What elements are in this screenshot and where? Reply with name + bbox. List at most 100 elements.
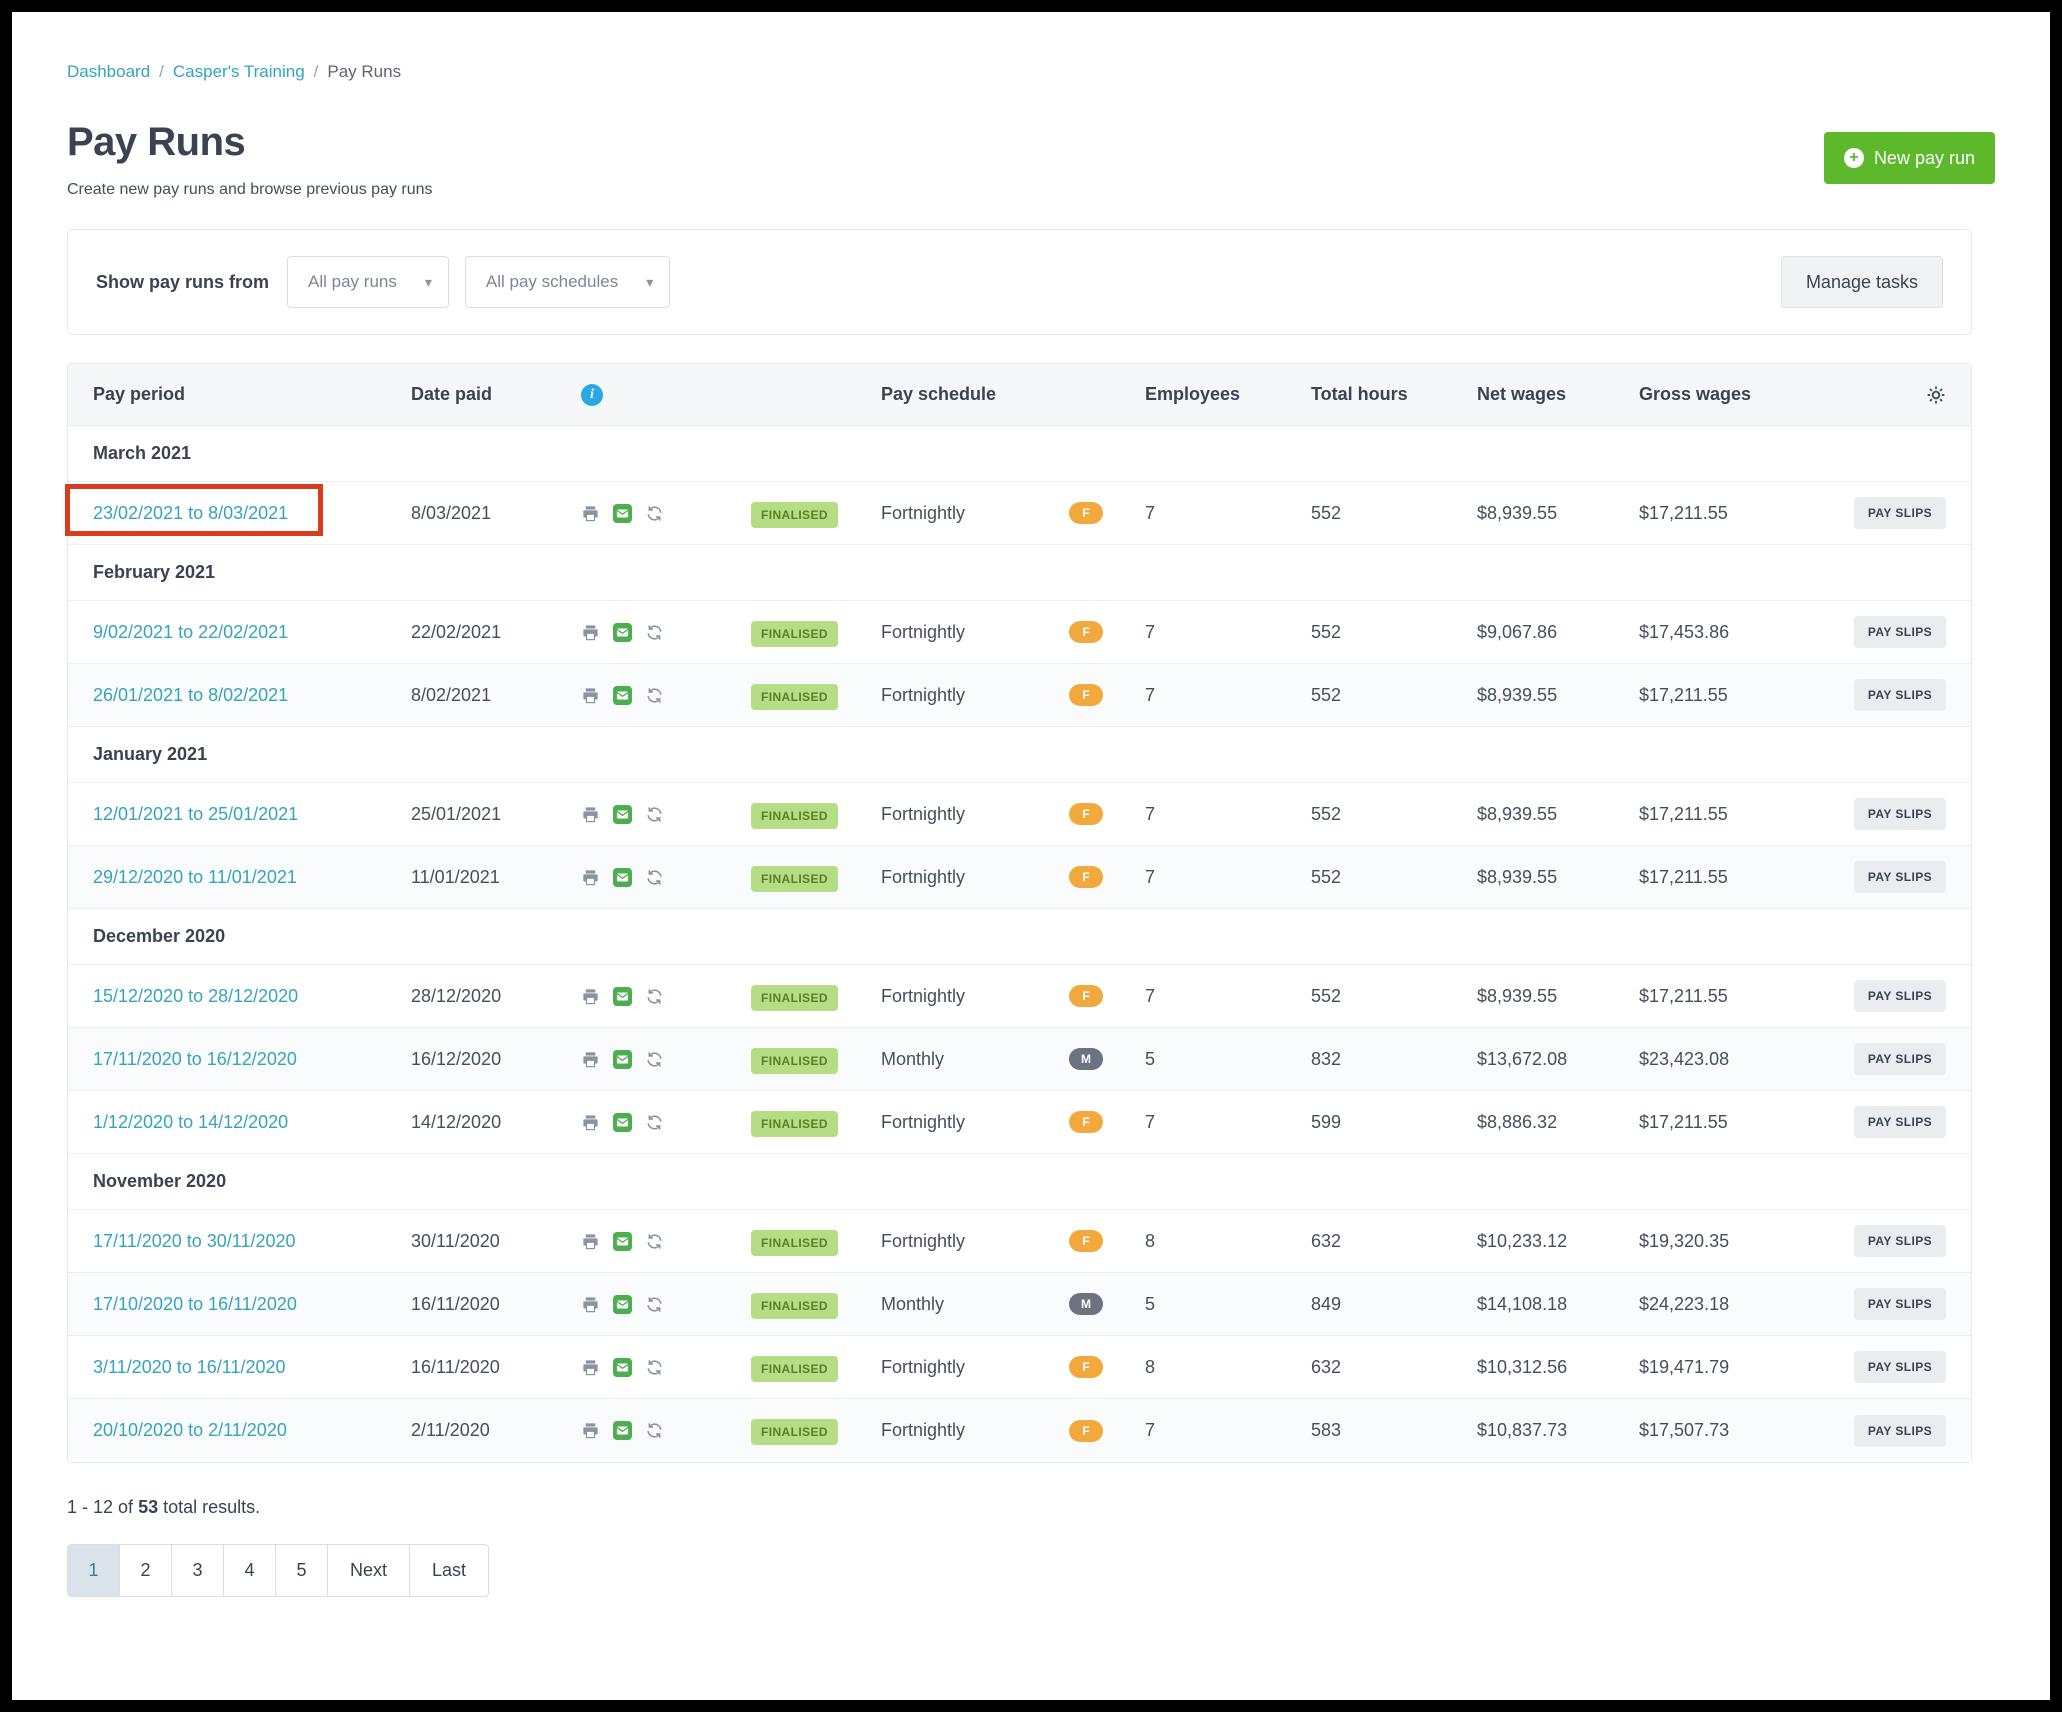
refresh-icon[interactable]	[645, 1113, 664, 1132]
table-row: 26/01/2021 to 8/02/20218/02/2021FINALISE…	[68, 664, 1971, 727]
pay-slips-button[interactable]: PAY SLIPS	[1854, 798, 1946, 830]
pay-slips-button[interactable]: PAY SLIPS	[1854, 1225, 1946, 1257]
new-pay-run-label: New pay run	[1874, 148, 1975, 169]
email-icon[interactable]	[613, 504, 632, 523]
email-icon[interactable]	[613, 623, 632, 642]
printer-icon[interactable]	[581, 1295, 600, 1314]
new-pay-run-button[interactable]: New pay run	[1824, 132, 1995, 184]
pay-period-link[interactable]: 3/11/2020 to 16/11/2020	[93, 1357, 286, 1377]
refresh-icon[interactable]	[645, 1421, 664, 1440]
table-row: 12/01/2021 to 25/01/202125/01/2021FINALI…	[68, 783, 1971, 846]
refresh-icon[interactable]	[645, 1358, 664, 1377]
status-cell: FINALISED	[751, 986, 881, 1007]
pay-runs-dropdown[interactable]: All pay runs	[287, 256, 449, 308]
email-icon[interactable]	[613, 686, 632, 705]
pay-slips-button[interactable]: PAY SLIPS	[1854, 1106, 1946, 1138]
pay-period-cell: 1/12/2020 to 14/12/2020	[93, 1112, 411, 1133]
pay-period-cell: 15/12/2020 to 28/12/2020	[93, 986, 411, 1007]
pay-slips-button[interactable]: PAY SLIPS	[1854, 497, 1946, 529]
status-badge: FINALISED	[751, 684, 838, 710]
pay-slips-button[interactable]: PAY SLIPS	[1854, 1415, 1946, 1447]
page-button-5[interactable]: 5	[275, 1544, 328, 1597]
refresh-icon[interactable]	[645, 868, 664, 887]
refresh-icon[interactable]	[645, 686, 664, 705]
row-action-icons	[581, 805, 751, 824]
email-icon[interactable]	[613, 1421, 632, 1440]
column-pay-schedule: Pay schedule	[881, 384, 1069, 405]
pay-period-link[interactable]: 17/11/2020 to 30/11/2020	[93, 1231, 296, 1251]
manage-tasks-button[interactable]: Manage tasks	[1781, 256, 1943, 308]
refresh-icon[interactable]	[645, 1295, 664, 1314]
printer-icon[interactable]	[581, 1421, 600, 1440]
pay-period-link[interactable]: 15/12/2020 to 28/12/2020	[93, 986, 298, 1006]
pay-period-link[interactable]: 17/11/2020 to 16/12/2020	[93, 1049, 297, 1069]
pay-slips-button[interactable]: PAY SLIPS	[1854, 1351, 1946, 1383]
pay-period-link[interactable]: 26/01/2021 to 8/02/2021	[93, 685, 288, 705]
pay-slips-button[interactable]: PAY SLIPS	[1854, 616, 1946, 648]
printer-icon[interactable]	[581, 987, 600, 1006]
printer-icon[interactable]	[581, 1050, 600, 1069]
pay-schedules-dropdown[interactable]: All pay schedules	[465, 256, 670, 308]
row-action-icons	[581, 987, 751, 1006]
gross-wages-cell: $17,211.55	[1639, 867, 1809, 888]
last-page-button[interactable]: Last	[409, 1544, 489, 1597]
pay-period-link[interactable]: 9/02/2021 to 22/02/2021	[93, 622, 288, 642]
page-button-1[interactable]: 1	[67, 1544, 120, 1597]
pay-slips-button[interactable]: PAY SLIPS	[1854, 1288, 1946, 1320]
pay-schedule-cell: Fortnightly	[881, 867, 1069, 888]
printer-icon[interactable]	[581, 1358, 600, 1377]
printer-icon[interactable]	[581, 504, 600, 523]
email-icon[interactable]	[613, 987, 632, 1006]
email-icon[interactable]	[613, 1232, 632, 1251]
refresh-icon[interactable]	[645, 987, 664, 1006]
printer-icon[interactable]	[581, 1113, 600, 1132]
pay-slips-button[interactable]: PAY SLIPS	[1854, 861, 1946, 893]
breadcrumb-business[interactable]: Casper's Training	[173, 62, 305, 81]
row-action-icons	[581, 868, 751, 887]
pay-period-link[interactable]: 23/02/2021 to 8/03/2021	[93, 503, 288, 523]
pay-period-link[interactable]: 1/12/2020 to 14/12/2020	[93, 1112, 288, 1132]
pay-slips-button[interactable]: PAY SLIPS	[1854, 679, 1946, 711]
employees-cell: 7	[1145, 622, 1311, 643]
refresh-icon[interactable]	[645, 504, 664, 523]
gear-icon[interactable]	[1926, 385, 1946, 405]
pay-period-cell: 26/01/2021 to 8/02/2021	[93, 685, 411, 706]
breadcrumb-dashboard[interactable]: Dashboard	[67, 62, 150, 81]
email-icon[interactable]	[613, 868, 632, 887]
refresh-icon[interactable]	[645, 623, 664, 642]
column-net-wages: Net wages	[1477, 384, 1639, 405]
table-row: 23/02/2021 to 8/03/20218/03/2021FINALISE…	[68, 482, 1971, 545]
pay-period-link[interactable]: 29/12/2020 to 11/01/2021	[93, 867, 297, 887]
next-page-button[interactable]: Next	[327, 1544, 410, 1597]
status-badge: FINALISED	[751, 1356, 838, 1382]
pay-slips-button[interactable]: PAY SLIPS	[1854, 980, 1946, 1012]
pay-slips-button[interactable]: PAY SLIPS	[1854, 1043, 1946, 1075]
gross-wages-cell: $17,211.55	[1639, 503, 1809, 524]
page-button-2[interactable]: 2	[119, 1544, 172, 1597]
net-wages-cell: $8,886.32	[1477, 1112, 1639, 1133]
payslips-cell: PAY SLIPS	[1854, 497, 1946, 529]
refresh-icon[interactable]	[645, 1232, 664, 1251]
column-employees: Employees	[1145, 384, 1311, 405]
printer-icon[interactable]	[581, 805, 600, 824]
row-action-icons	[581, 686, 751, 705]
email-icon[interactable]	[613, 1113, 632, 1132]
printer-icon[interactable]	[581, 868, 600, 887]
schedule-badge: M	[1069, 1293, 1103, 1315]
email-icon[interactable]	[613, 805, 632, 824]
email-icon[interactable]	[613, 1295, 632, 1314]
email-icon[interactable]	[613, 1050, 632, 1069]
pay-period-link[interactable]: 12/01/2021 to 25/01/2021	[93, 804, 298, 824]
printer-icon[interactable]	[581, 1232, 600, 1251]
page-button-4[interactable]: 4	[223, 1544, 276, 1597]
refresh-icon[interactable]	[645, 805, 664, 824]
gross-wages-cell: $17,211.55	[1639, 1112, 1809, 1133]
printer-icon[interactable]	[581, 686, 600, 705]
page-button-3[interactable]: 3	[171, 1544, 224, 1597]
info-icon[interactable]	[581, 384, 603, 406]
pay-period-link[interactable]: 20/10/2020 to 2/11/2020	[93, 1420, 287, 1440]
email-icon[interactable]	[613, 1358, 632, 1377]
printer-icon[interactable]	[581, 623, 600, 642]
pay-period-link[interactable]: 17/10/2020 to 16/11/2020	[93, 1294, 297, 1314]
refresh-icon[interactable]	[645, 1050, 664, 1069]
